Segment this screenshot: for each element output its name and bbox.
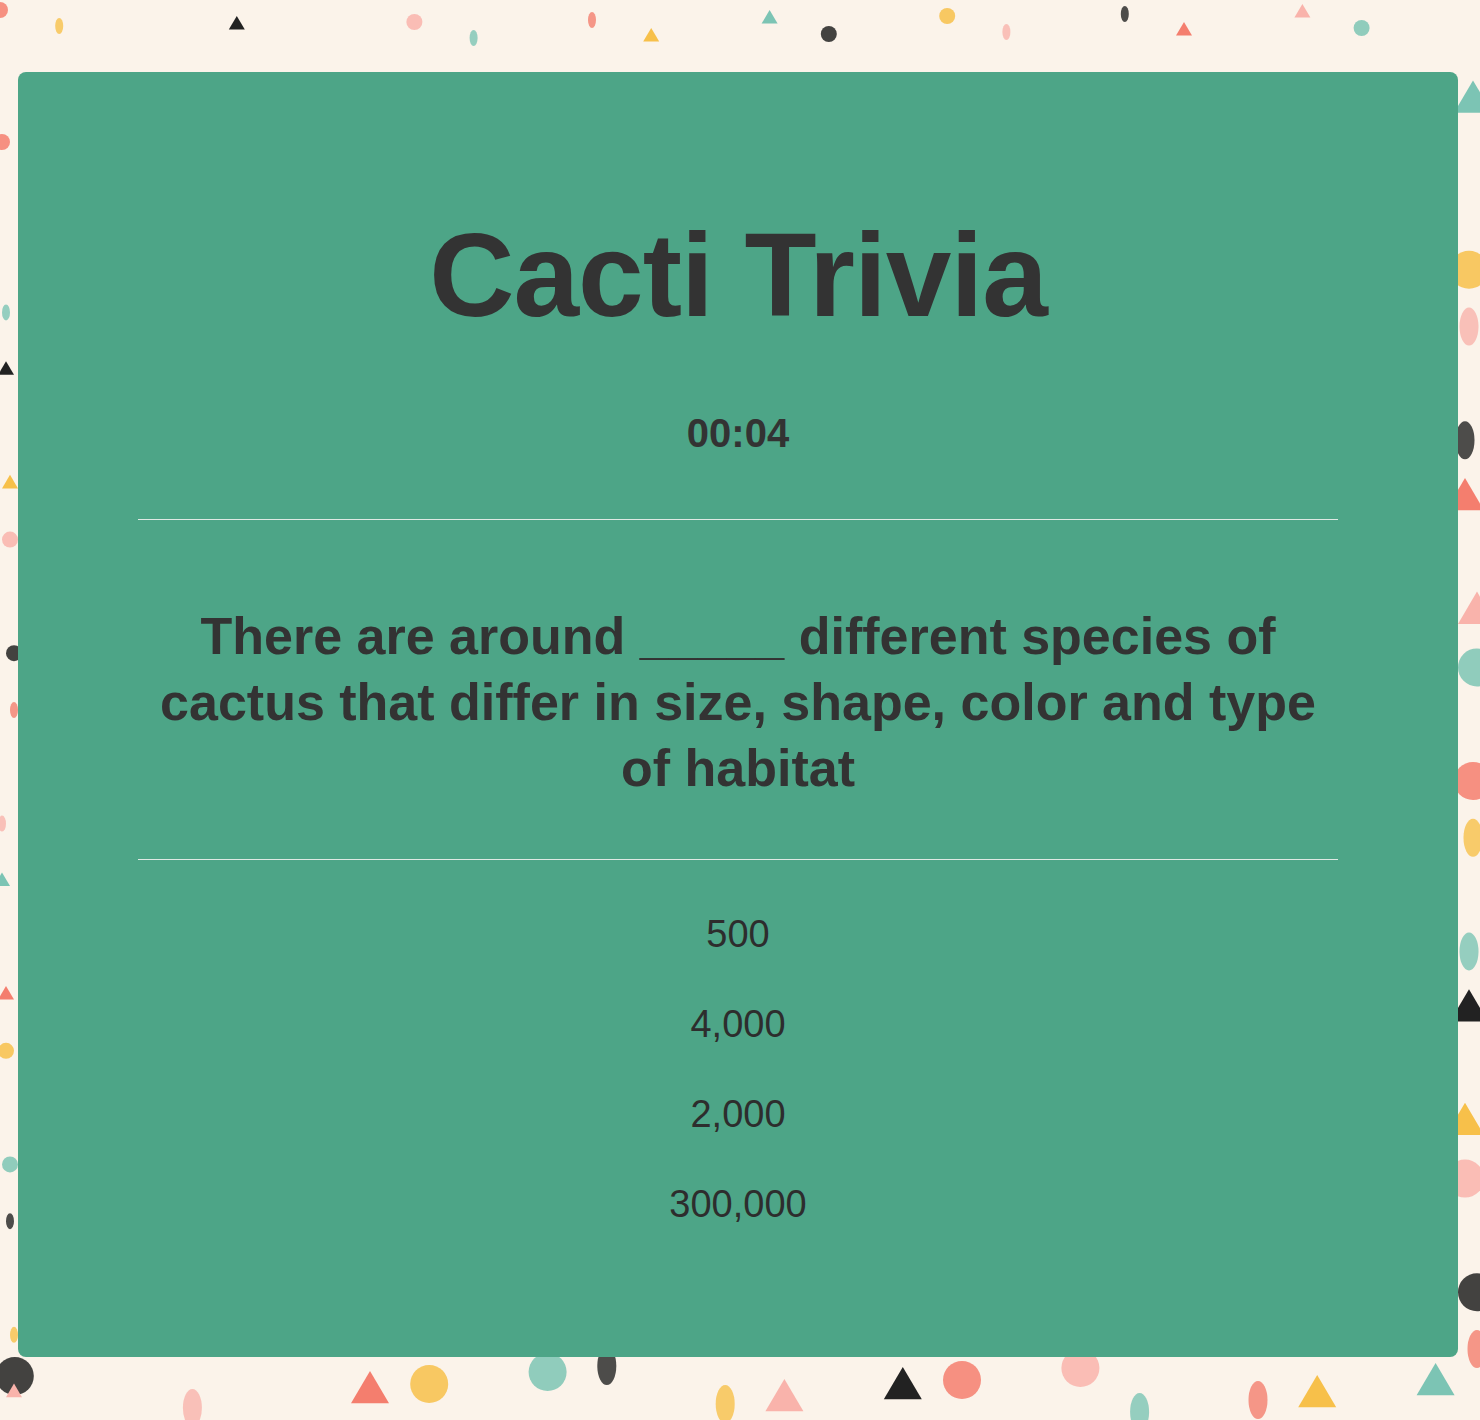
answer-option[interactable]: 500 bbox=[682, 889, 793, 979]
answer-option[interactable]: 4,000 bbox=[666, 979, 809, 1069]
divider bbox=[138, 859, 1338, 860]
answer-option[interactable]: 2,000 bbox=[666, 1069, 809, 1159]
trivia-page: Cacti Trivia 00:04 There are around _____ … bbox=[0, 0, 1480, 1420]
timer: 00:04 bbox=[138, 409, 1338, 457]
answer-list: 5004,0002,000300,000 bbox=[138, 889, 1338, 1249]
divider bbox=[138, 519, 1338, 520]
trivia-title: Cacti Trivia bbox=[138, 197, 1338, 353]
question: There are around _____ different species… bbox=[138, 603, 1338, 801]
trivia-card: Cacti Trivia 00:04 There are around _____ … bbox=[18, 72, 1458, 1357]
answer-option[interactable]: 300,000 bbox=[645, 1159, 830, 1249]
